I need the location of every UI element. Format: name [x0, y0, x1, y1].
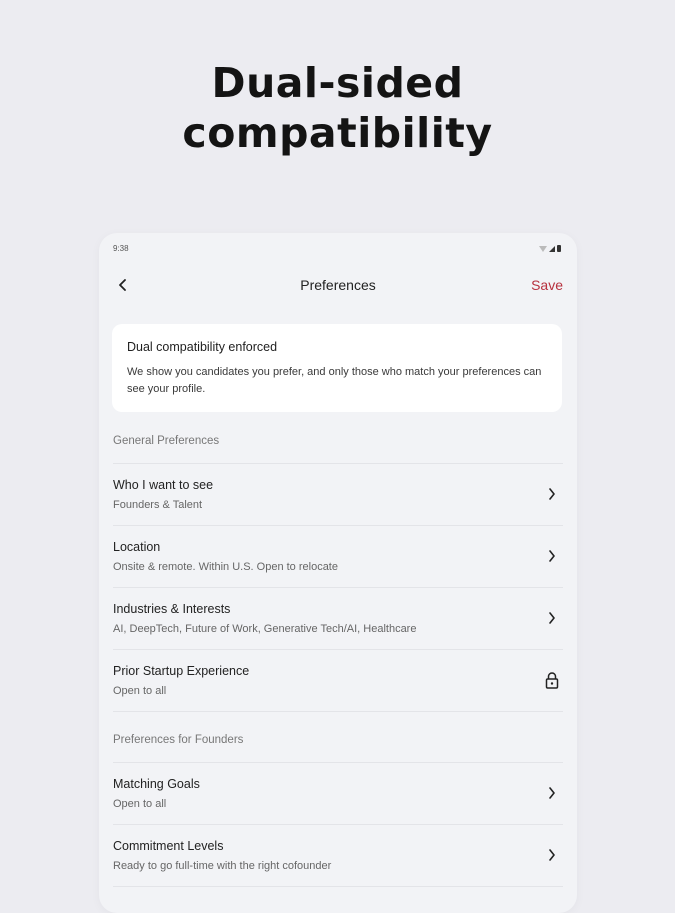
section-header-founders: Preferences for Founders	[113, 734, 244, 746]
row-subtitle: Founders & Talent	[113, 499, 203, 511]
battery-icon	[557, 245, 561, 252]
signal-icon	[549, 246, 555, 252]
info-card-body: We show you candidates you prefer, and o…	[127, 366, 542, 395]
wifi-icon	[539, 246, 547, 252]
page-title: Preferences	[300, 277, 376, 293]
row-title: Matching Goals	[113, 777, 200, 791]
pref-row-who-i-want-to-see[interactable]: Who I want to see Founders & Talent	[113, 464, 563, 525]
info-card-title: Dual compatibility enforced	[127, 340, 278, 354]
row-subtitle: Open to all	[113, 685, 167, 697]
pref-row-prior-startup-experience[interactable]: Prior Startup Experience Open to all	[113, 650, 563, 711]
pref-row-matching-goals[interactable]: Matching Goals Open to all	[113, 763, 563, 824]
chevron-right-icon	[543, 547, 561, 565]
chevron-right-icon	[543, 846, 561, 864]
row-title: Prior Startup Experience	[113, 664, 250, 678]
status-bar: 9:38	[99, 233, 577, 265]
pref-row-location[interactable]: Location Onsite & remote. Within U.S. Op…	[113, 526, 563, 587]
chevron-right-icon	[543, 609, 561, 627]
save-button[interactable]: Save	[531, 277, 563, 293]
row-subtitle: Onsite & remote. Within U.S. Open to rel…	[113, 561, 338, 573]
chevron-right-icon	[543, 485, 561, 503]
row-subtitle: Ready to go full-time with the right cof…	[113, 860, 332, 872]
row-title: Who I want to see	[113, 478, 214, 492]
phone-screen: 9:38 Preferences Save Dual compatibility…	[99, 233, 577, 913]
row-title: Industries & Interests	[113, 602, 231, 616]
status-time: 9:38	[113, 244, 129, 253]
row-title: Commitment Levels	[113, 839, 224, 853]
headline-line-1: Dual-sided	[211, 59, 464, 107]
status-icons	[539, 245, 561, 252]
pref-row-industries[interactable]: Industries & Interests AI, DeepTech, Fut…	[113, 588, 563, 649]
divider	[113, 886, 563, 887]
row-title: Location	[113, 540, 161, 554]
marketing-headline: Dual-sided compatibility	[0, 58, 675, 158]
chevron-right-icon	[543, 784, 561, 802]
pref-row-commitment-levels[interactable]: Commitment Levels Ready to go full-time …	[113, 825, 563, 886]
headline-line-2: compatibility	[182, 109, 493, 157]
section-header-general: General Preferences	[113, 435, 220, 447]
lock-icon	[543, 671, 561, 689]
row-subtitle: AI, DeepTech, Future of Work, Generative…	[113, 623, 417, 635]
row-subtitle: Open to all	[113, 798, 167, 810]
divider	[113, 711, 563, 712]
compatibility-info-card: Dual compatibility enforced We show you …	[112, 324, 562, 412]
nav-bar: Preferences Save	[99, 269, 577, 301]
